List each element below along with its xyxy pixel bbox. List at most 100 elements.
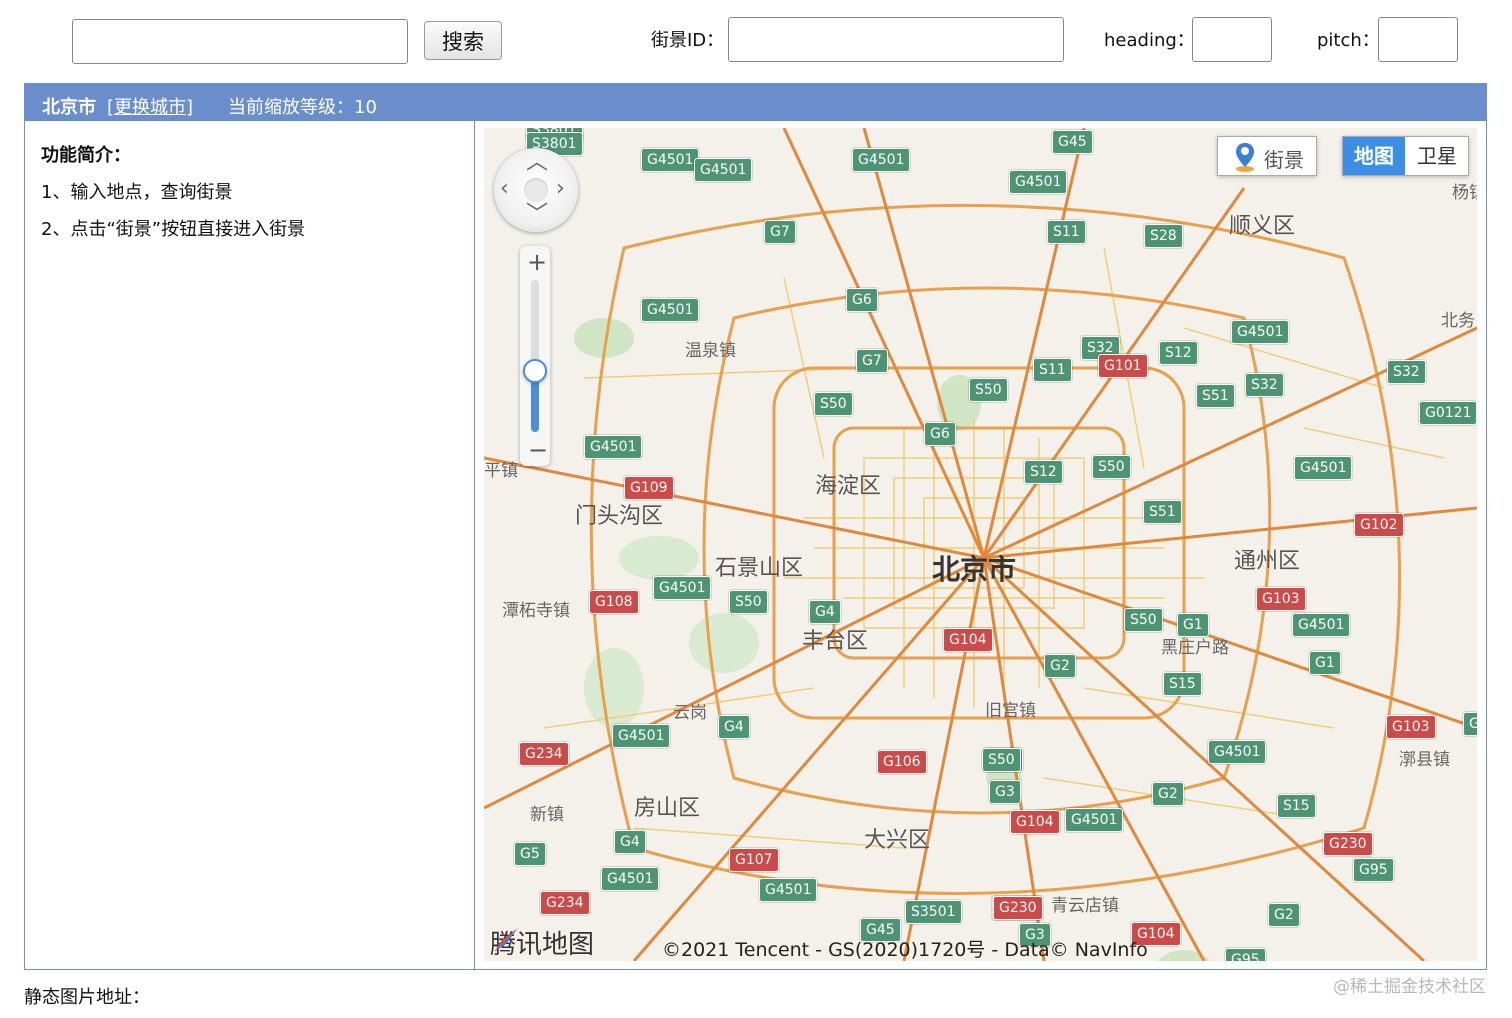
town-label: 旧宫镇 bbox=[985, 701, 1036, 721]
pitch-input[interactable] bbox=[1378, 17, 1458, 62]
highway-shield: G104 bbox=[1010, 810, 1060, 834]
highway-shield: G6 bbox=[846, 288, 878, 312]
highway-shield: G101 bbox=[1098, 354, 1148, 378]
highway-shield: G2 bbox=[1268, 903, 1300, 927]
highway-shield: S50 bbox=[814, 392, 853, 416]
search-button[interactable]: 搜索 bbox=[424, 21, 502, 60]
highway-shield: S15 bbox=[1163, 672, 1202, 696]
highway-shield: S51 bbox=[1196, 384, 1235, 408]
town-label: 潭柘寺镇 bbox=[502, 601, 570, 621]
static-image-label: 静态图片地址： bbox=[24, 987, 150, 1008]
highway-shield: G4 bbox=[614, 830, 646, 854]
highway-shield: G234 bbox=[519, 742, 569, 766]
map-canvas[interactable]: 北京市 顺义区 海淀区 门头沟区 石景山区 通州区 丰台区 房山区 大兴区 温泉… bbox=[484, 128, 1477, 961]
highway-shield: G4501 bbox=[759, 878, 818, 902]
highway-shield: S50 bbox=[982, 748, 1021, 772]
highway-shield: G2 bbox=[1044, 654, 1076, 678]
highway-shield: S50 bbox=[729, 590, 768, 614]
highway-shield: S15 bbox=[1277, 794, 1316, 818]
highway-shield: S50 bbox=[969, 378, 1008, 402]
district-label: 丰台区 bbox=[802, 629, 869, 654]
feature-title: 功能简介： bbox=[41, 145, 131, 166]
town-label: 云岗 bbox=[673, 703, 707, 723]
streetview-button[interactable]: 街景 bbox=[1217, 136, 1317, 176]
current-city: 北京市 bbox=[42, 97, 96, 118]
highway-shield: G4501 bbox=[1292, 613, 1351, 637]
highway-shield: G4501 bbox=[584, 435, 643, 459]
town-label: 新镇 bbox=[530, 805, 564, 825]
highway-shield: G4501 bbox=[612, 724, 671, 748]
town-label: 杨镇 bbox=[1452, 183, 1477, 203]
highway-shield: G4501 bbox=[601, 867, 660, 891]
highway-shield: G230 bbox=[1323, 832, 1373, 856]
zoom-handle[interactable] bbox=[523, 359, 547, 384]
highway-shield: G106 bbox=[877, 750, 927, 774]
highway-shield: G0121 bbox=[1419, 401, 1477, 425]
pan-up-icon[interactable]: ︿ bbox=[526, 152, 548, 174]
pan-left-icon[interactable]: ‹ bbox=[500, 178, 509, 200]
pan-center[interactable] bbox=[524, 178, 548, 202]
district-label: 通州区 bbox=[1234, 549, 1301, 574]
highway-shield: G95 bbox=[1353, 858, 1394, 882]
highway-shield: G4501 bbox=[1294, 456, 1353, 480]
highway-shield: G104 bbox=[943, 628, 993, 652]
district-label: 石景山区 bbox=[715, 556, 804, 581]
highway-shield: G4 bbox=[809, 600, 841, 624]
search-input[interactable] bbox=[72, 19, 408, 64]
feature-sidebar: 功能简介： 1、输入地点，查询街景 2、点击“街景”按钮直接进入街景 bbox=[25, 121, 475, 969]
highway-shield: G108 bbox=[589, 590, 639, 614]
highway-shield: S3501 bbox=[905, 900, 962, 924]
highway-shield: S28 bbox=[1144, 224, 1183, 248]
change-city-link[interactable]: [更换城市] bbox=[107, 93, 193, 119]
district-label: 房山区 bbox=[634, 796, 701, 821]
pitch-label: pitch： bbox=[1317, 30, 1380, 51]
feature-item: 1、输入地点，查询街景 bbox=[41, 182, 233, 203]
highway-shield: S32 bbox=[1387, 360, 1426, 384]
highway-shield: S11 bbox=[1047, 220, 1086, 244]
highway-shield: S50 bbox=[1124, 608, 1163, 632]
heading-input[interactable] bbox=[1192, 17, 1272, 62]
zoom-out-icon[interactable]: − bbox=[528, 436, 548, 464]
highway-shield: G234 bbox=[540, 891, 590, 915]
district-label: 大兴区 bbox=[864, 828, 931, 853]
town-label: 青云店镇 bbox=[1051, 896, 1119, 916]
highway-shield: G107 bbox=[729, 848, 779, 872]
map-type-satellite[interactable]: 卫星 bbox=[1406, 137, 1468, 175]
compass-logo-icon bbox=[494, 928, 518, 952]
highway-shield: G4501 bbox=[852, 148, 911, 172]
map-copyright: ©2021 Tencent - GS(2020)1720号 - Data© Na… bbox=[662, 939, 1148, 961]
zoom-in-icon[interactable]: + bbox=[527, 248, 547, 276]
feature-item: 2、点击“街景”按钮直接进入街景 bbox=[41, 219, 306, 240]
highway-shield: G4501 bbox=[1065, 808, 1124, 832]
highway-shield: G109 bbox=[624, 476, 674, 500]
pan-down-icon[interactable]: ﹀ bbox=[526, 204, 548, 226]
watermark: @稀土掘金技术社区 bbox=[1333, 977, 1486, 997]
highway-shield: G102 bbox=[1354, 513, 1404, 537]
pan-right-icon[interactable]: › bbox=[556, 178, 565, 200]
highway-shield: S51 bbox=[1143, 500, 1182, 524]
highway-shield: G7 bbox=[764, 220, 796, 244]
highway-shield: G6 bbox=[924, 422, 956, 446]
map-type-map[interactable]: 地图 bbox=[1343, 137, 1405, 175]
highway-shield: G1 bbox=[1463, 712, 1477, 736]
highway-shield: G95 bbox=[1225, 948, 1266, 961]
highway-shield: S50 bbox=[1092, 455, 1131, 479]
highway-shield: G5 bbox=[514, 842, 546, 866]
zoom-slider[interactable]: + − bbox=[520, 246, 550, 466]
highway-shield: G2 bbox=[1152, 782, 1184, 806]
highway-shield: G45 bbox=[1052, 130, 1093, 154]
pan-control[interactable]: ︿ ‹ › ﹀ bbox=[494, 148, 578, 232]
pano-id-label: 街景ID： bbox=[651, 30, 725, 51]
tencent-map-logo: 腾讯地图 bbox=[490, 924, 594, 960]
highway-shield: S11 bbox=[1033, 358, 1072, 382]
district-label: 顺义区 bbox=[1229, 214, 1296, 239]
highway-shield: G4501 bbox=[641, 298, 700, 322]
highway-shield: G4501 bbox=[1208, 740, 1267, 764]
highway-shield: S12 bbox=[1159, 341, 1198, 365]
streetview-label: 街景 bbox=[1264, 148, 1304, 172]
highway-shield: G103 bbox=[1256, 587, 1306, 611]
map-panel: 北京市 [更换城市] 当前缩放等级：10 功能简介： 1、输入地点，查询街景 2… bbox=[24, 83, 1487, 970]
pano-id-input[interactable] bbox=[728, 17, 1064, 62]
district-label: 海淀区 bbox=[815, 474, 882, 499]
highway-shield: G4501 bbox=[1009, 170, 1068, 194]
